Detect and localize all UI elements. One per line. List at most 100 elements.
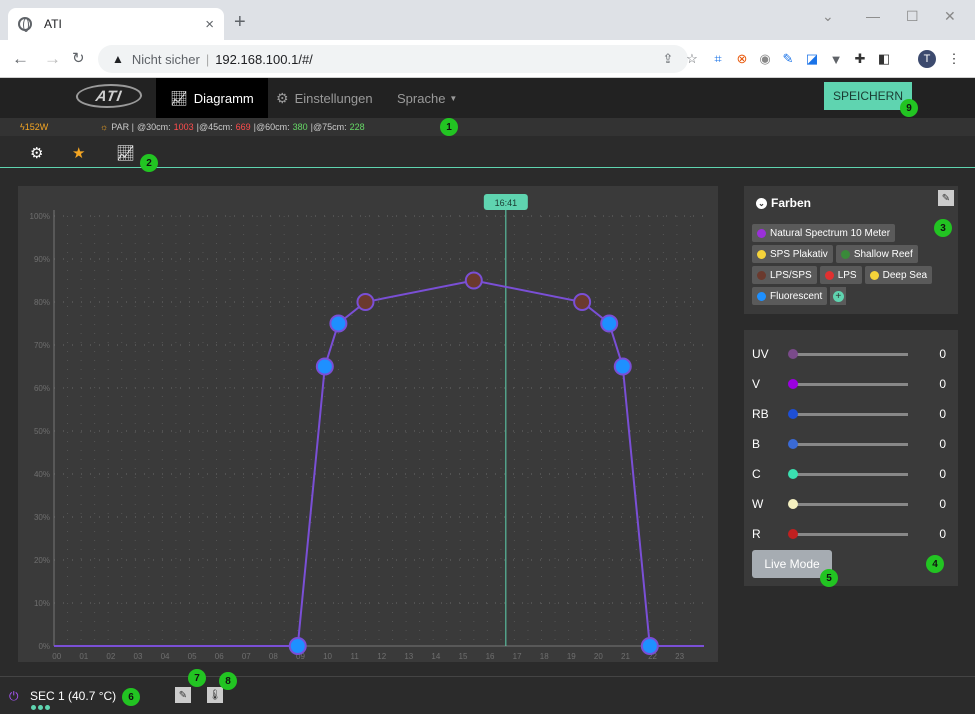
par-label: PAR | [111,122,134,132]
x-tick-label: 07 [242,652,251,661]
channel-slider-track[interactable] [790,503,908,506]
extensions-puzzle-icon[interactable]: ✚ [852,51,868,67]
pencil-icon: ✎ [178,689,188,701]
new-tab-button[interactable]: + [234,11,246,34]
ati-logo: ATI [73,84,145,108]
close-window-icon[interactable]: ✕ [944,8,956,25]
power-icon[interactable]: ⏻ [9,689,19,704]
channel-slider-handle[interactable] [788,379,798,389]
nav-item-sprache[interactable]: Sprache ▼ [397,78,457,118]
channel-row-b: B 0 [752,434,950,454]
tab-close-icon[interactable]: × [205,16,214,33]
channel-name: C [752,467,761,481]
share-icon[interactable]: ⇪ [660,51,676,67]
x-tick-label: 11 [350,652,359,661]
minimize-icon[interactable]: — [866,8,880,24]
browser-tab-bar: ATI × + ⌄ — ☐ ✕ [0,0,975,40]
channel-row-c: C 0 [752,464,950,484]
maximize-icon[interactable]: ☐ [906,8,919,25]
profile-avatar[interactable]: T [918,50,936,68]
channel-slider-handle[interactable] [788,529,798,539]
preset-lps[interactable]: LPS [819,266,862,284]
schedule-point[interactable] [613,357,632,376]
channel-sliders-panel: UV 0 V 0 RB 0 B 0 C 0 W 0 R 0 Live Mode [744,330,958,586]
x-tick-label: 12 [377,652,386,661]
add-preset-button[interactable]: + [830,287,847,305]
temperature-button[interactable]: 🌡︎ [207,687,223,703]
preset-deep-sea[interactable]: Deep Sea [864,266,933,284]
schedule-point[interactable] [329,314,348,333]
x-tick-label: 01 [79,652,88,661]
nav-item-label: Diagramm [193,90,254,106]
screenshot-extension-icon[interactable]: ⌗ [710,51,726,67]
reload-icon[interactable]: ↻ [72,49,85,67]
channel-slider-track[interactable] [790,443,908,446]
side-panel-icon[interactable]: ◧ [876,51,892,67]
chart-canvas[interactable]: 0% 10% 20% 30% 40% 50% 60% 70% 80% 90% 100% 00 01 02 0… [18,186,718,662]
browser-tab[interactable]: ATI × [8,8,224,40]
channel-slider-track[interactable] [790,383,908,386]
x-tick-label: 23 [675,652,684,661]
channel-slider-handle[interactable] [788,439,798,449]
y-tick-label: 60% [34,384,50,393]
edit-button[interactable]: ✎ [175,687,191,703]
nav-item-einstellungen[interactable]: ⚙ Einstellungen [276,78,373,118]
preset-shallow-reef[interactable]: Shallow Reef [835,245,918,263]
channel-slider-track[interactable] [790,413,908,416]
tracker-extension-icon[interactable]: ◉ [757,51,773,67]
edit-presets-button[interactable]: ✎ [938,190,954,206]
channel-row-r: R 0 [752,524,950,544]
schedule-point[interactable] [640,637,659,655]
schedule-point[interactable] [288,637,307,655]
preset-fluorescent[interactable]: Fluorescent [752,287,828,305]
url-input[interactable]: ▲ Nicht sicher | 192.168.100.1/#/ [98,45,688,73]
settings-gear-icon[interactable]: ⚙ [30,144,43,162]
preset-color-dot [757,228,766,238]
preset-lps-sps[interactable]: LPS/SPS [752,266,817,284]
x-tick-label: 21 [621,652,630,661]
schedule-point[interactable] [600,314,619,333]
forward-icon[interactable]: → [44,49,61,69]
annotation-marker: 5 [820,569,838,587]
channel-value: 0 [939,497,946,511]
pen-extension-icon[interactable]: ✎ [780,51,796,67]
channel-slider-track[interactable] [790,533,908,536]
preset-natural-spectrum[interactable]: Natural Spectrum 10 Meter [752,224,896,242]
x-tick-label: 18 [540,652,549,661]
nav-item-label: Sprache [397,90,446,106]
y-tick-label: 30% [34,513,50,522]
color-presets-panel: ⌄ Farben ✎ Natural Spectrum 10 Meter SPS… [744,186,958,314]
chart-icon[interactable]: 📈︎ [116,144,135,162]
device-status[interactable]: SEC 1 (40.7 °C) [30,689,116,703]
collapse-chevron-icon: ⌄ [756,197,767,209]
preset-sps-plakativ[interactable]: SPS Plakativ [752,245,833,263]
channel-slider-handle[interactable] [788,499,798,509]
image-extension-icon[interactable]: ◪ [804,51,820,67]
favorites-star-icon[interactable]: ★ [72,144,85,162]
security-label: Nicht sicher [131,51,200,67]
channel-slider-track[interactable] [790,353,908,356]
back-icon[interactable]: ← [12,49,29,69]
schedule-point[interactable] [356,293,375,311]
schedule-point[interactable] [315,357,334,376]
tab-search-icon[interactable]: ⌄ [822,8,834,25]
x-tick-label: 19 [567,652,576,661]
bookmark-star-icon[interactable]: ☆ [684,51,700,67]
save-button[interactable]: SPEICHERN [824,82,912,110]
channel-slider-handle[interactable] [788,349,798,359]
vpn-extension-icon[interactable]: ▼ [828,51,844,67]
x-tick-label: 16 [486,652,495,661]
channel-slider-handle[interactable] [788,409,798,419]
preset-list: Natural Spectrum 10 Meter SPS Plakativ S… [752,224,952,305]
channel-slider-handle[interactable] [788,469,798,479]
block-extension-icon[interactable]: ⊗ [734,51,750,67]
nav-item-label: Einstellungen [294,90,373,106]
presets-header[interactable]: ⌄ Farben [756,196,811,210]
schedule-point[interactable] [464,271,483,290]
nav-item-diagramm[interactable]: 📈︎ Diagramm [156,78,268,118]
schedule-chart[interactable]: 0% 10% 20% 30% 40% 50% 60% 70% 80% 90% 100% 00 01 02 0… [18,186,718,662]
channel-slider-track[interactable] [790,473,908,476]
x-tick-label: 13 [404,652,413,661]
schedule-point[interactable] [573,293,592,311]
browser-menu-icon[interactable]: ⋮ [946,51,962,67]
